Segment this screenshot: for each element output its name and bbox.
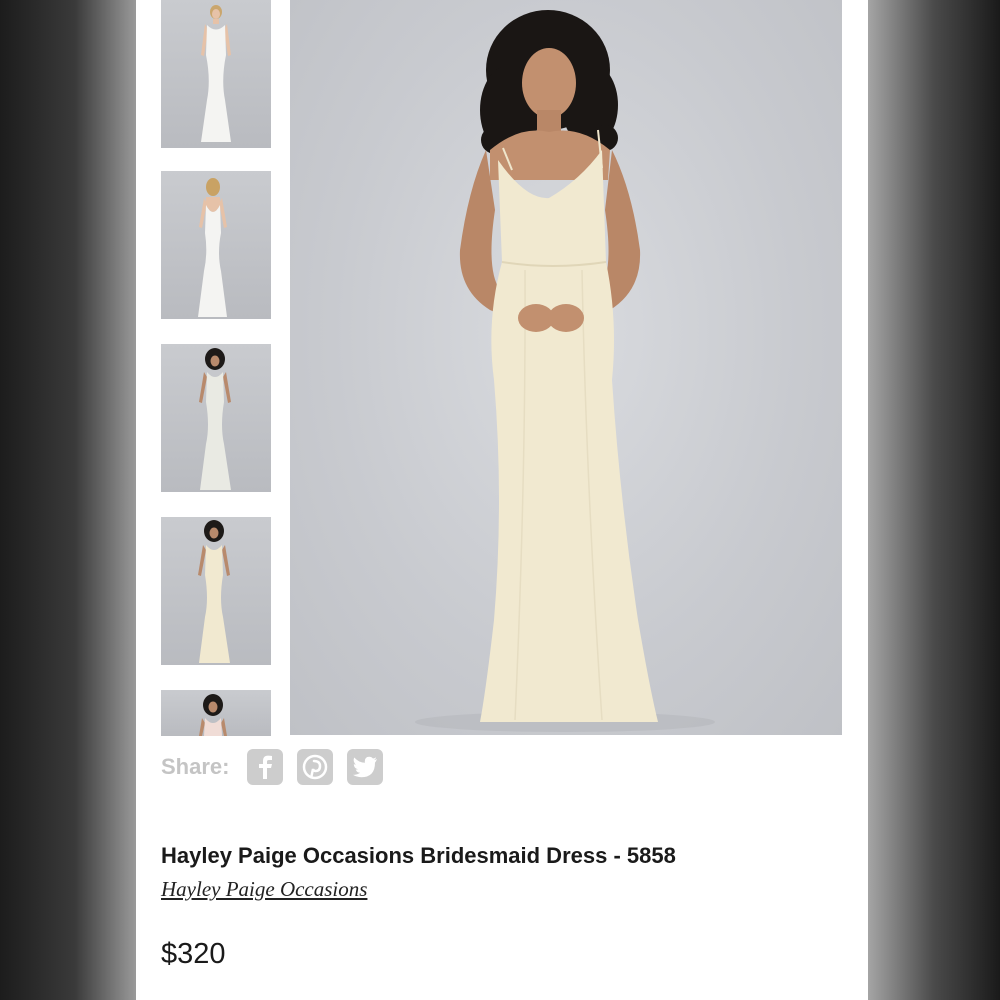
thumbnail-1[interactable] [161, 0, 271, 148]
product-title: Hayley Paige Occasions Bridesmaid Dress … [161, 843, 676, 868]
thumbnail-5[interactable] [161, 690, 271, 736]
right-background [868, 0, 1000, 1000]
share-label: Share: [161, 754, 230, 779]
thumbnail-2[interactable] [161, 171, 271, 319]
product-price: $320 [161, 938, 226, 970]
share-bar: Share: [161, 748, 384, 786]
brand-link[interactable]: Hayley Paige Occasions [161, 877, 367, 902]
pinterest-icon [303, 754, 328, 780]
product-page: Share: Hayley Paige Occasions Bridesmaid… [136, 0, 868, 1000]
facebook-icon [259, 755, 273, 779]
thumbnail-4[interactable] [161, 517, 271, 665]
twitter-share-button[interactable] [347, 749, 384, 785]
thumbnail-3[interactable] [161, 344, 271, 492]
main-product-image[interactable] [290, 0, 842, 735]
twitter-icon [353, 756, 378, 778]
pinterest-share-button[interactable] [297, 749, 334, 785]
left-background [0, 0, 136, 1000]
facebook-share-button[interactable] [247, 749, 284, 785]
